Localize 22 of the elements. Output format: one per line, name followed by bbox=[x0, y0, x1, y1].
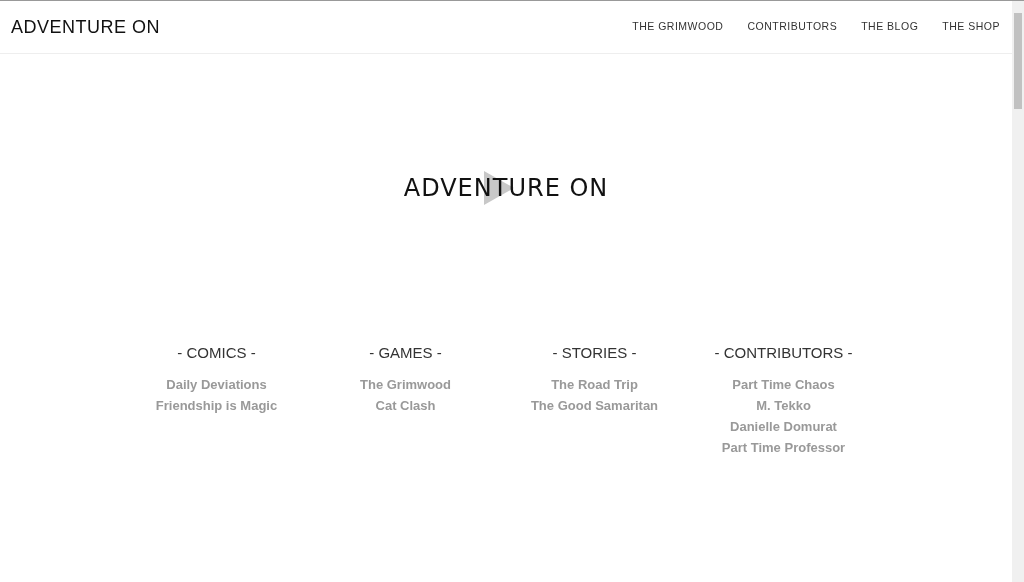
section-link[interactable]: Friendship is Magic bbox=[155, 394, 278, 416]
scrollbar-thumb[interactable] bbox=[1014, 13, 1022, 109]
section-link[interactable]: The Road Trip bbox=[551, 373, 638, 395]
brand-link[interactable]: ADVENTURE ON bbox=[11, 13, 160, 41]
section-heading: - COMICS - bbox=[177, 343, 256, 363]
section-link[interactable]: The Good Samaritan bbox=[530, 394, 659, 416]
section-link[interactable]: Part Time Professor bbox=[721, 436, 846, 458]
section-link[interactable]: Daily Deviations bbox=[166, 373, 267, 395]
section-heading: - STORIES - bbox=[552, 343, 637, 363]
section-heading: - CONTRIBUTORS - bbox=[714, 343, 853, 363]
nav-link[interactable]: CONTRIBUTORS bbox=[747, 19, 838, 35]
section-link[interactable]: Danielle Domurat bbox=[730, 415, 837, 437]
scrollbar[interactable] bbox=[1012, 1, 1024, 582]
hero-logo: ADVENTURE ON bbox=[400, 168, 612, 208]
nav-link[interactable]: THE GRIMWOOD bbox=[632, 19, 724, 35]
section-link[interactable]: Part Time Chaos bbox=[732, 373, 835, 395]
section-link[interactable]: M. Tekko bbox=[756, 394, 811, 416]
section-link[interactable]: The Grimwood bbox=[360, 373, 451, 395]
nav-link[interactable]: THE BLOG bbox=[861, 19, 919, 35]
section-link[interactable]: Cat Clash bbox=[375, 394, 436, 416]
nav-link[interactable]: THE SHOP bbox=[942, 19, 1000, 35]
section-heading: - GAMES - bbox=[369, 343, 442, 363]
